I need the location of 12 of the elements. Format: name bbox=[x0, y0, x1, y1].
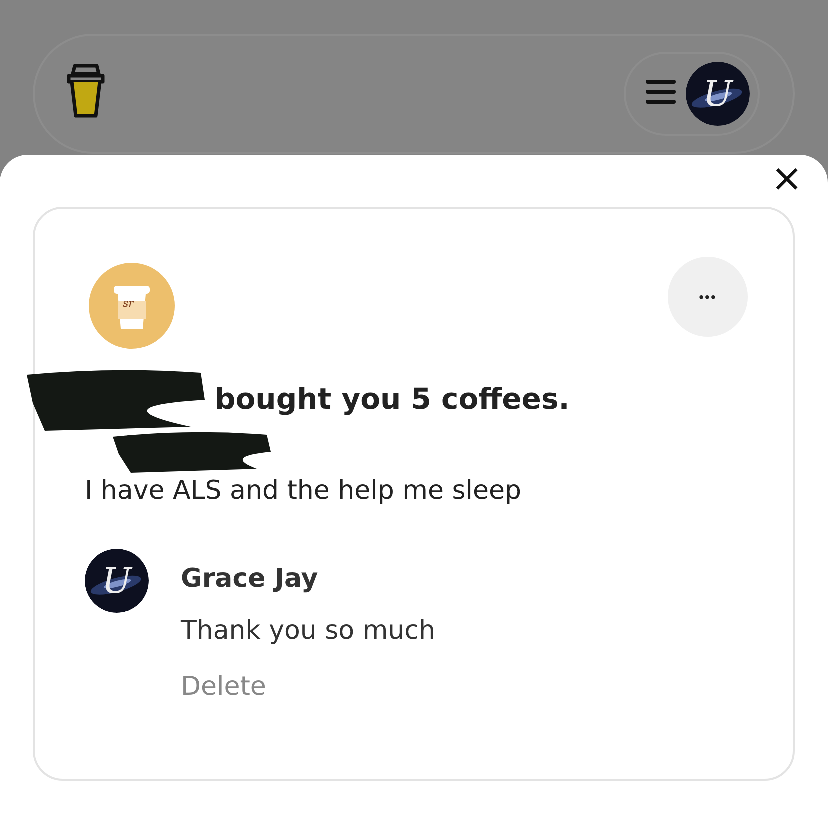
support-message: I have ALS and the help me sleep bbox=[85, 475, 522, 508]
user-avatar[interactable]: U bbox=[686, 62, 750, 126]
close-button[interactable]: × bbox=[767, 161, 807, 195]
account-menu-button[interactable]: U bbox=[624, 52, 760, 136]
supporter-avatar: sr bbox=[89, 263, 175, 349]
reply-message: Thank you so much bbox=[181, 615, 436, 648]
creator-name: Grace Jay bbox=[181, 563, 318, 596]
more-button[interactable]: ••• bbox=[668, 257, 748, 337]
user-avatar[interactable]: U bbox=[85, 549, 149, 613]
menu-icon[interactable] bbox=[646, 79, 676, 105]
delete-link[interactable]: Delete bbox=[181, 669, 266, 705]
support-headline: bought you 5 coffees. bbox=[215, 381, 571, 418]
